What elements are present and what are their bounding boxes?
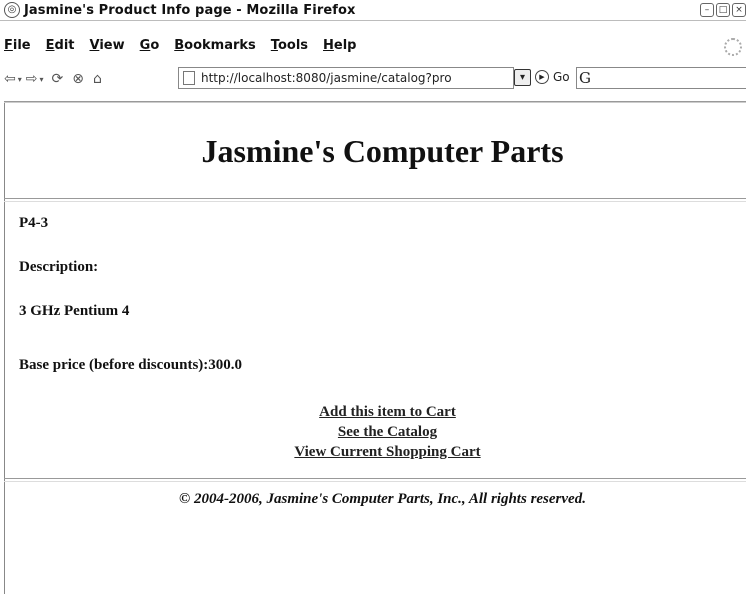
home-icon: ⌂ — [92, 71, 102, 87]
menu-go[interactable]: Go — [140, 38, 160, 53]
google-icon: G — [579, 69, 591, 87]
url-text[interactable]: http://localhost:8080/jasmine/catalog?pr… — [201, 71, 491, 85]
reload-icon: ⟳ — [51, 71, 64, 87]
base-price: Base price (before discounts):300.0 — [19, 357, 243, 373]
window-title: Jasmine's Product Info page - Mozilla Fi… — [24, 2, 356, 18]
forward-button[interactable]: ⇨ ▾ — [26, 71, 44, 87]
back-arrow-icon: ⇦ — [4, 71, 16, 87]
toolbar-divider — [4, 101, 746, 103]
go-icon: ▶ — [535, 70, 549, 84]
description-label: Description: — [19, 259, 99, 275]
search-input[interactable]: G — [576, 67, 746, 89]
stop-button[interactable]: ⊗ — [72, 71, 84, 87]
see-catalog-link[interactable]: See the Catalog — [19, 422, 746, 442]
page-icon — [183, 71, 195, 85]
url-bar[interactable]: http://localhost:8080/jasmine/catalog?pr… — [178, 67, 514, 89]
menu-file[interactable]: File — [4, 38, 31, 53]
window-controls: – □ × — [698, 3, 746, 17]
menu-bookmarks[interactable]: Bookmarks — [174, 38, 256, 53]
page-heading: Jasmine's Computer Parts — [201, 133, 564, 169]
content-left-border — [4, 103, 5, 594]
menu-bar: File Edit View Go Bookmarks Tools Help — [0, 34, 368, 56]
reload-button[interactable]: ⟳ — [52, 71, 64, 87]
menu-edit[interactable]: Edit — [46, 38, 75, 53]
product-id: P4-3 — [19, 215, 49, 231]
product-description: 3 GHz Pentium 4 — [19, 303, 130, 319]
title-bar: ◎ Jasmine's Product Info page - Mozilla … — [0, 0, 746, 21]
maximize-icon[interactable]: □ — [716, 3, 730, 17]
close-icon[interactable]: × — [732, 3, 746, 17]
action-links: Add this item to Cart See the Catalog Vi… — [19, 402, 746, 462]
back-button[interactable]: ⇦ ▾ — [4, 71, 22, 87]
home-button[interactable]: ⌂ — [93, 71, 102, 87]
dropdown-arrow-icon: ▾ — [17, 74, 22, 84]
throbber-icon — [724, 38, 742, 56]
menu-help[interactable]: Help — [323, 38, 356, 53]
minimize-icon[interactable]: – — [700, 3, 714, 17]
forward-arrow-icon: ⇨ — [25, 71, 38, 87]
menu-tools[interactable]: Tools — [271, 38, 308, 53]
horizontal-rule — [4, 478, 746, 482]
horizontal-rule — [4, 198, 746, 202]
dropdown-arrow-icon: ▾ — [39, 74, 44, 84]
go-button[interactable]: ▶ Go — [535, 67, 570, 87]
menu-view[interactable]: View — [90, 38, 125, 53]
view-cart-link[interactable]: View Current Shopping Cart — [19, 442, 746, 462]
firefox-icon: ◎ — [4, 2, 20, 18]
add-to-cart-link[interactable]: Add this item to Cart — [19, 402, 746, 422]
stop-icon: ⊗ — [72, 71, 84, 87]
url-history-dropdown[interactable]: ▾ — [514, 69, 531, 86]
copyright-notice: © 2004-2006, Jasmine's Computer Parts, I… — [179, 491, 586, 507]
